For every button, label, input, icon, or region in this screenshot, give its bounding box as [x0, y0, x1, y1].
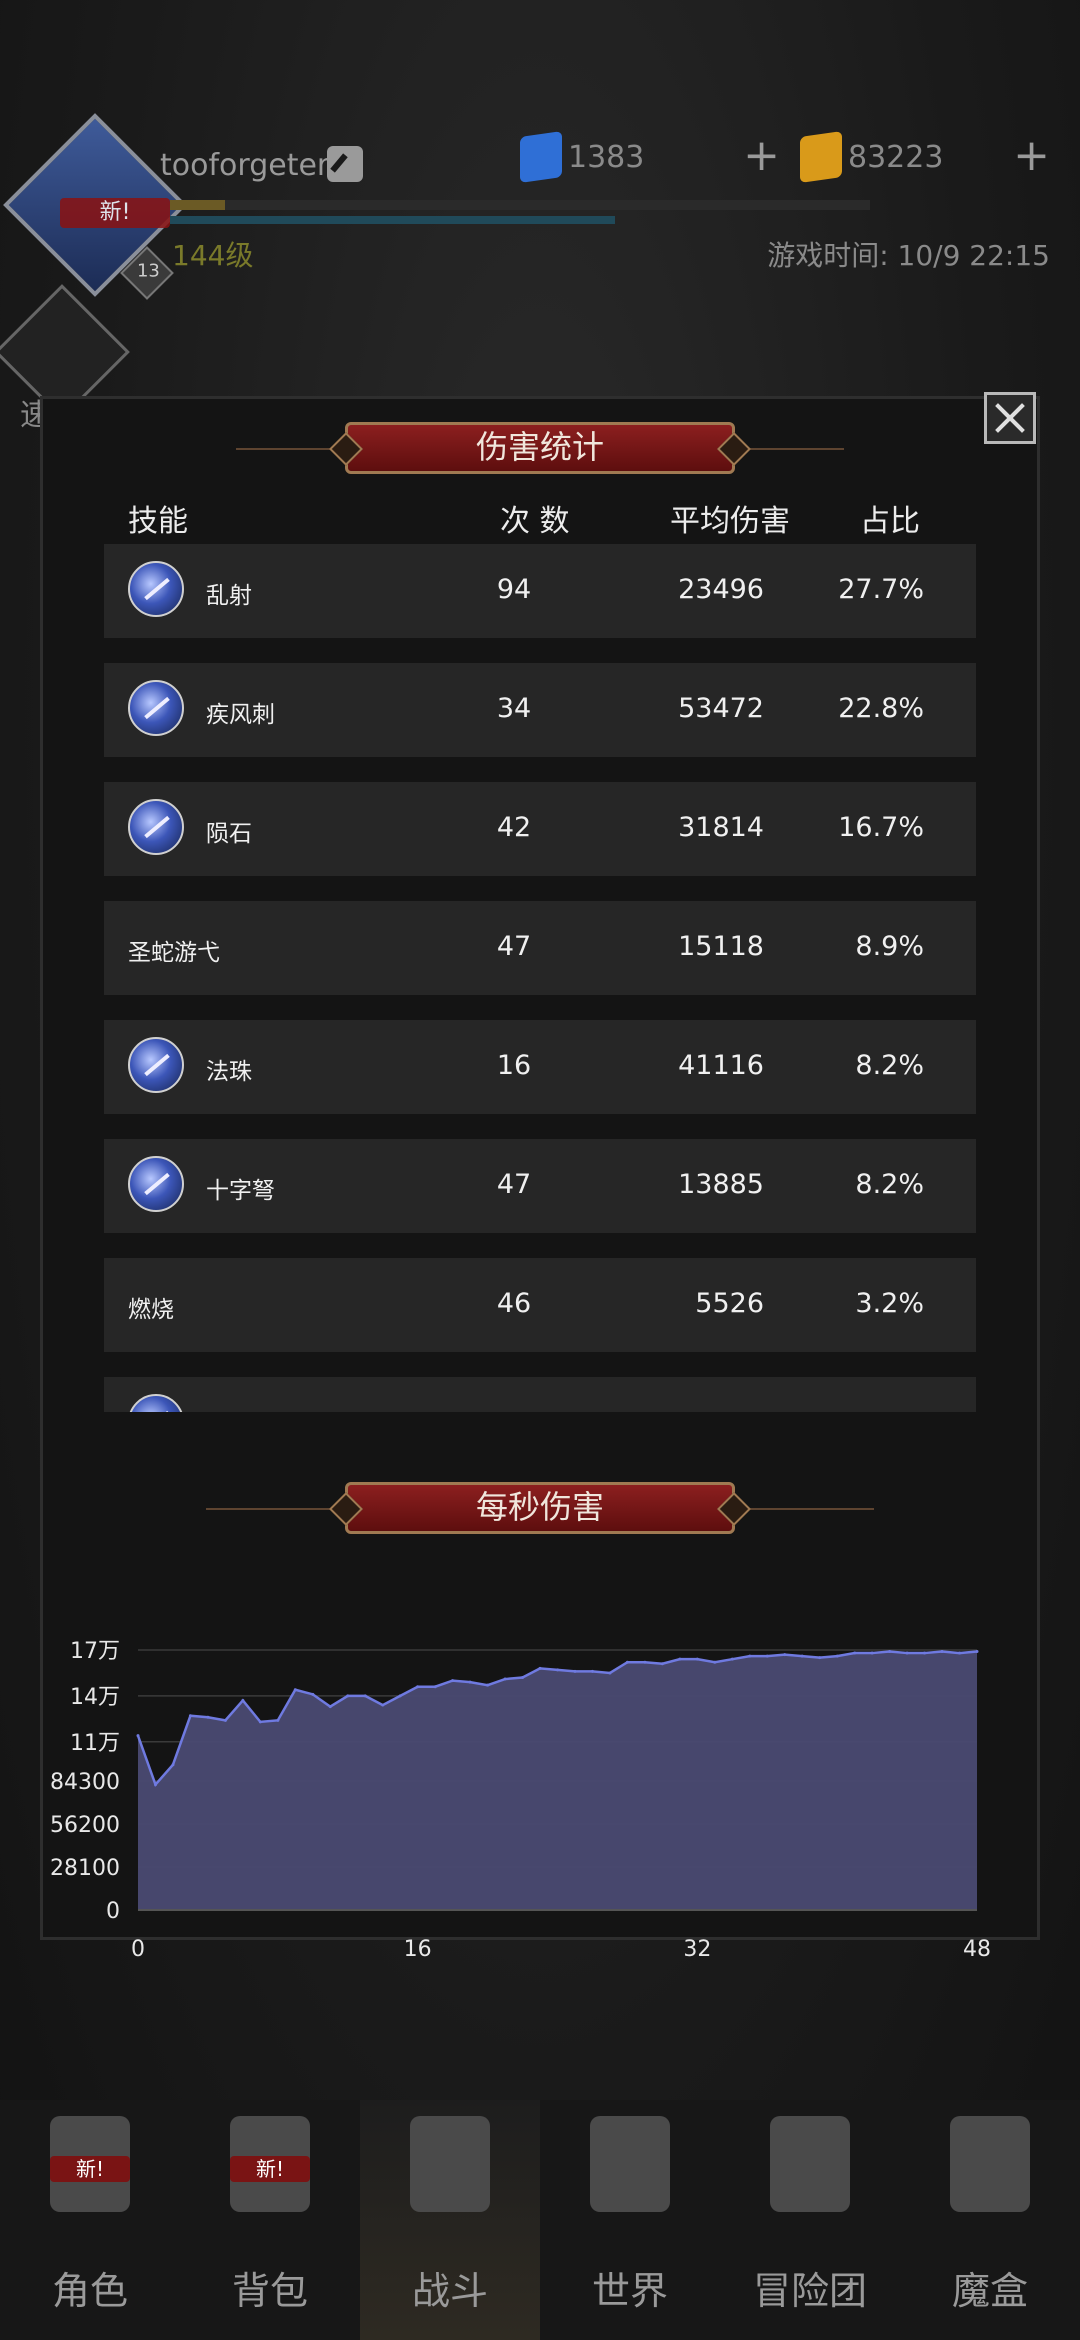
chart-x-tick-label: 0	[131, 1937, 145, 1962]
chart-x-tick-label: 16	[404, 1937, 432, 1962]
chart-data-point	[975, 1650, 979, 1654]
chart-data-point	[171, 1763, 175, 1767]
nav-item-magic-box[interactable]: 魔盒	[900, 2100, 1080, 2340]
nav-item-adventure-team[interactable]: 冒险团	[720, 2100, 900, 2340]
chart-data-point	[311, 1692, 315, 1696]
chart-y-tick-label: 84300	[50, 1770, 120, 1795]
chart-data-point	[713, 1660, 717, 1664]
chart-x-tick-label: 48	[963, 1937, 991, 1962]
chart-data-point	[643, 1660, 647, 1664]
new-badge: 新!	[230, 2156, 310, 2182]
chart-data-point	[888, 1650, 892, 1654]
chart-data-point	[835, 1654, 839, 1658]
nav-label: 世界	[591, 2269, 668, 2313]
chart-data-point	[573, 1669, 577, 1673]
chart-data-point	[486, 1683, 490, 1687]
nav-item-backpack[interactable]: 新! 背包	[180, 2100, 360, 2340]
chart-data-point	[818, 1656, 822, 1660]
chart-data-point	[870, 1651, 874, 1655]
castle-icon	[770, 2116, 850, 2212]
chart-data-point	[695, 1657, 699, 1661]
chart-data-point	[521, 1676, 525, 1680]
chart-data-point	[363, 1694, 367, 1698]
nav-label: 冒险团	[752, 2269, 867, 2313]
chart-data-point	[136, 1734, 140, 1738]
chart-y-tick-label: 17万	[70, 1639, 120, 1664]
chart-data-point	[556, 1668, 559, 1672]
map-scroll-icon	[590, 2116, 670, 2212]
bottom-nav: 新! 角色 新! 背包 战斗 世界 冒险团 魔盒	[0, 2100, 1080, 2340]
chart-data-point	[800, 1654, 804, 1658]
nav-item-character[interactable]: 新! 角色	[0, 2100, 180, 2340]
chart-data-point	[346, 1694, 350, 1698]
chart-data-point	[398, 1694, 402, 1698]
chart-data-point	[958, 1651, 962, 1655]
chart-data-point	[853, 1651, 857, 1655]
nav-label: 背包	[231, 2269, 308, 2313]
chart-data-point	[783, 1653, 787, 1657]
chart-data-point	[608, 1671, 612, 1675]
chart-data-point	[451, 1679, 455, 1683]
chart-data-point	[468, 1680, 472, 1684]
chart-y-tick-label: 14万	[70, 1685, 120, 1710]
nav-label: 魔盒	[951, 2269, 1028, 2313]
chart-data-point	[223, 1718, 227, 1722]
chart-x-tick-label: 32	[683, 1937, 711, 1962]
chart-data-point	[328, 1705, 332, 1709]
nav-item-battle[interactable]: 战斗	[360, 2100, 540, 2340]
chart-data-point	[765, 1654, 769, 1658]
chart-data-point	[625, 1660, 629, 1664]
chart-data-point	[923, 1651, 927, 1655]
chart-area-fill	[138, 1651, 977, 1910]
chart-y-tick-label: 11万	[70, 1731, 120, 1756]
chart-data-point	[241, 1698, 245, 1702]
chart-data-point	[258, 1720, 262, 1724]
chart-y-tick-label: 28100	[50, 1856, 120, 1881]
sword-shield-icon	[410, 2116, 490, 2212]
chart-data-point	[188, 1714, 192, 1718]
chart-data-point	[433, 1685, 437, 1689]
chart-y-tick-label: 0	[106, 1899, 120, 1924]
chart-data-point	[730, 1657, 734, 1661]
chart-data-point	[416, 1685, 420, 1689]
nav-item-world[interactable]: 世界	[540, 2100, 720, 2340]
chart-data-point	[153, 1783, 157, 1787]
dps-chart: 0 28100 56200 84300 11万 14万 17万 0 16 32 48	[50, 1639, 991, 1962]
chart-data-point	[660, 1662, 664, 1666]
chart-y-tick-label: 56200	[50, 1813, 120, 1838]
nav-label: 战斗	[411, 2269, 488, 2313]
chart-data-point	[940, 1650, 944, 1654]
chart-data-point	[748, 1654, 752, 1658]
chart-data-point	[276, 1718, 280, 1722]
chart-data-point	[206, 1715, 210, 1719]
chart-data-point	[538, 1666, 542, 1670]
cube-icon	[950, 2116, 1030, 2212]
new-badge: 新!	[50, 2156, 130, 2182]
chart-data-point	[590, 1669, 594, 1673]
chart-data-point	[503, 1677, 507, 1681]
chart-data-point	[678, 1657, 682, 1661]
chart-data-point	[381, 1703, 385, 1707]
chart-data-point	[293, 1688, 297, 1692]
chart-data-point	[905, 1651, 909, 1655]
nav-label: 角色	[51, 2269, 128, 2313]
